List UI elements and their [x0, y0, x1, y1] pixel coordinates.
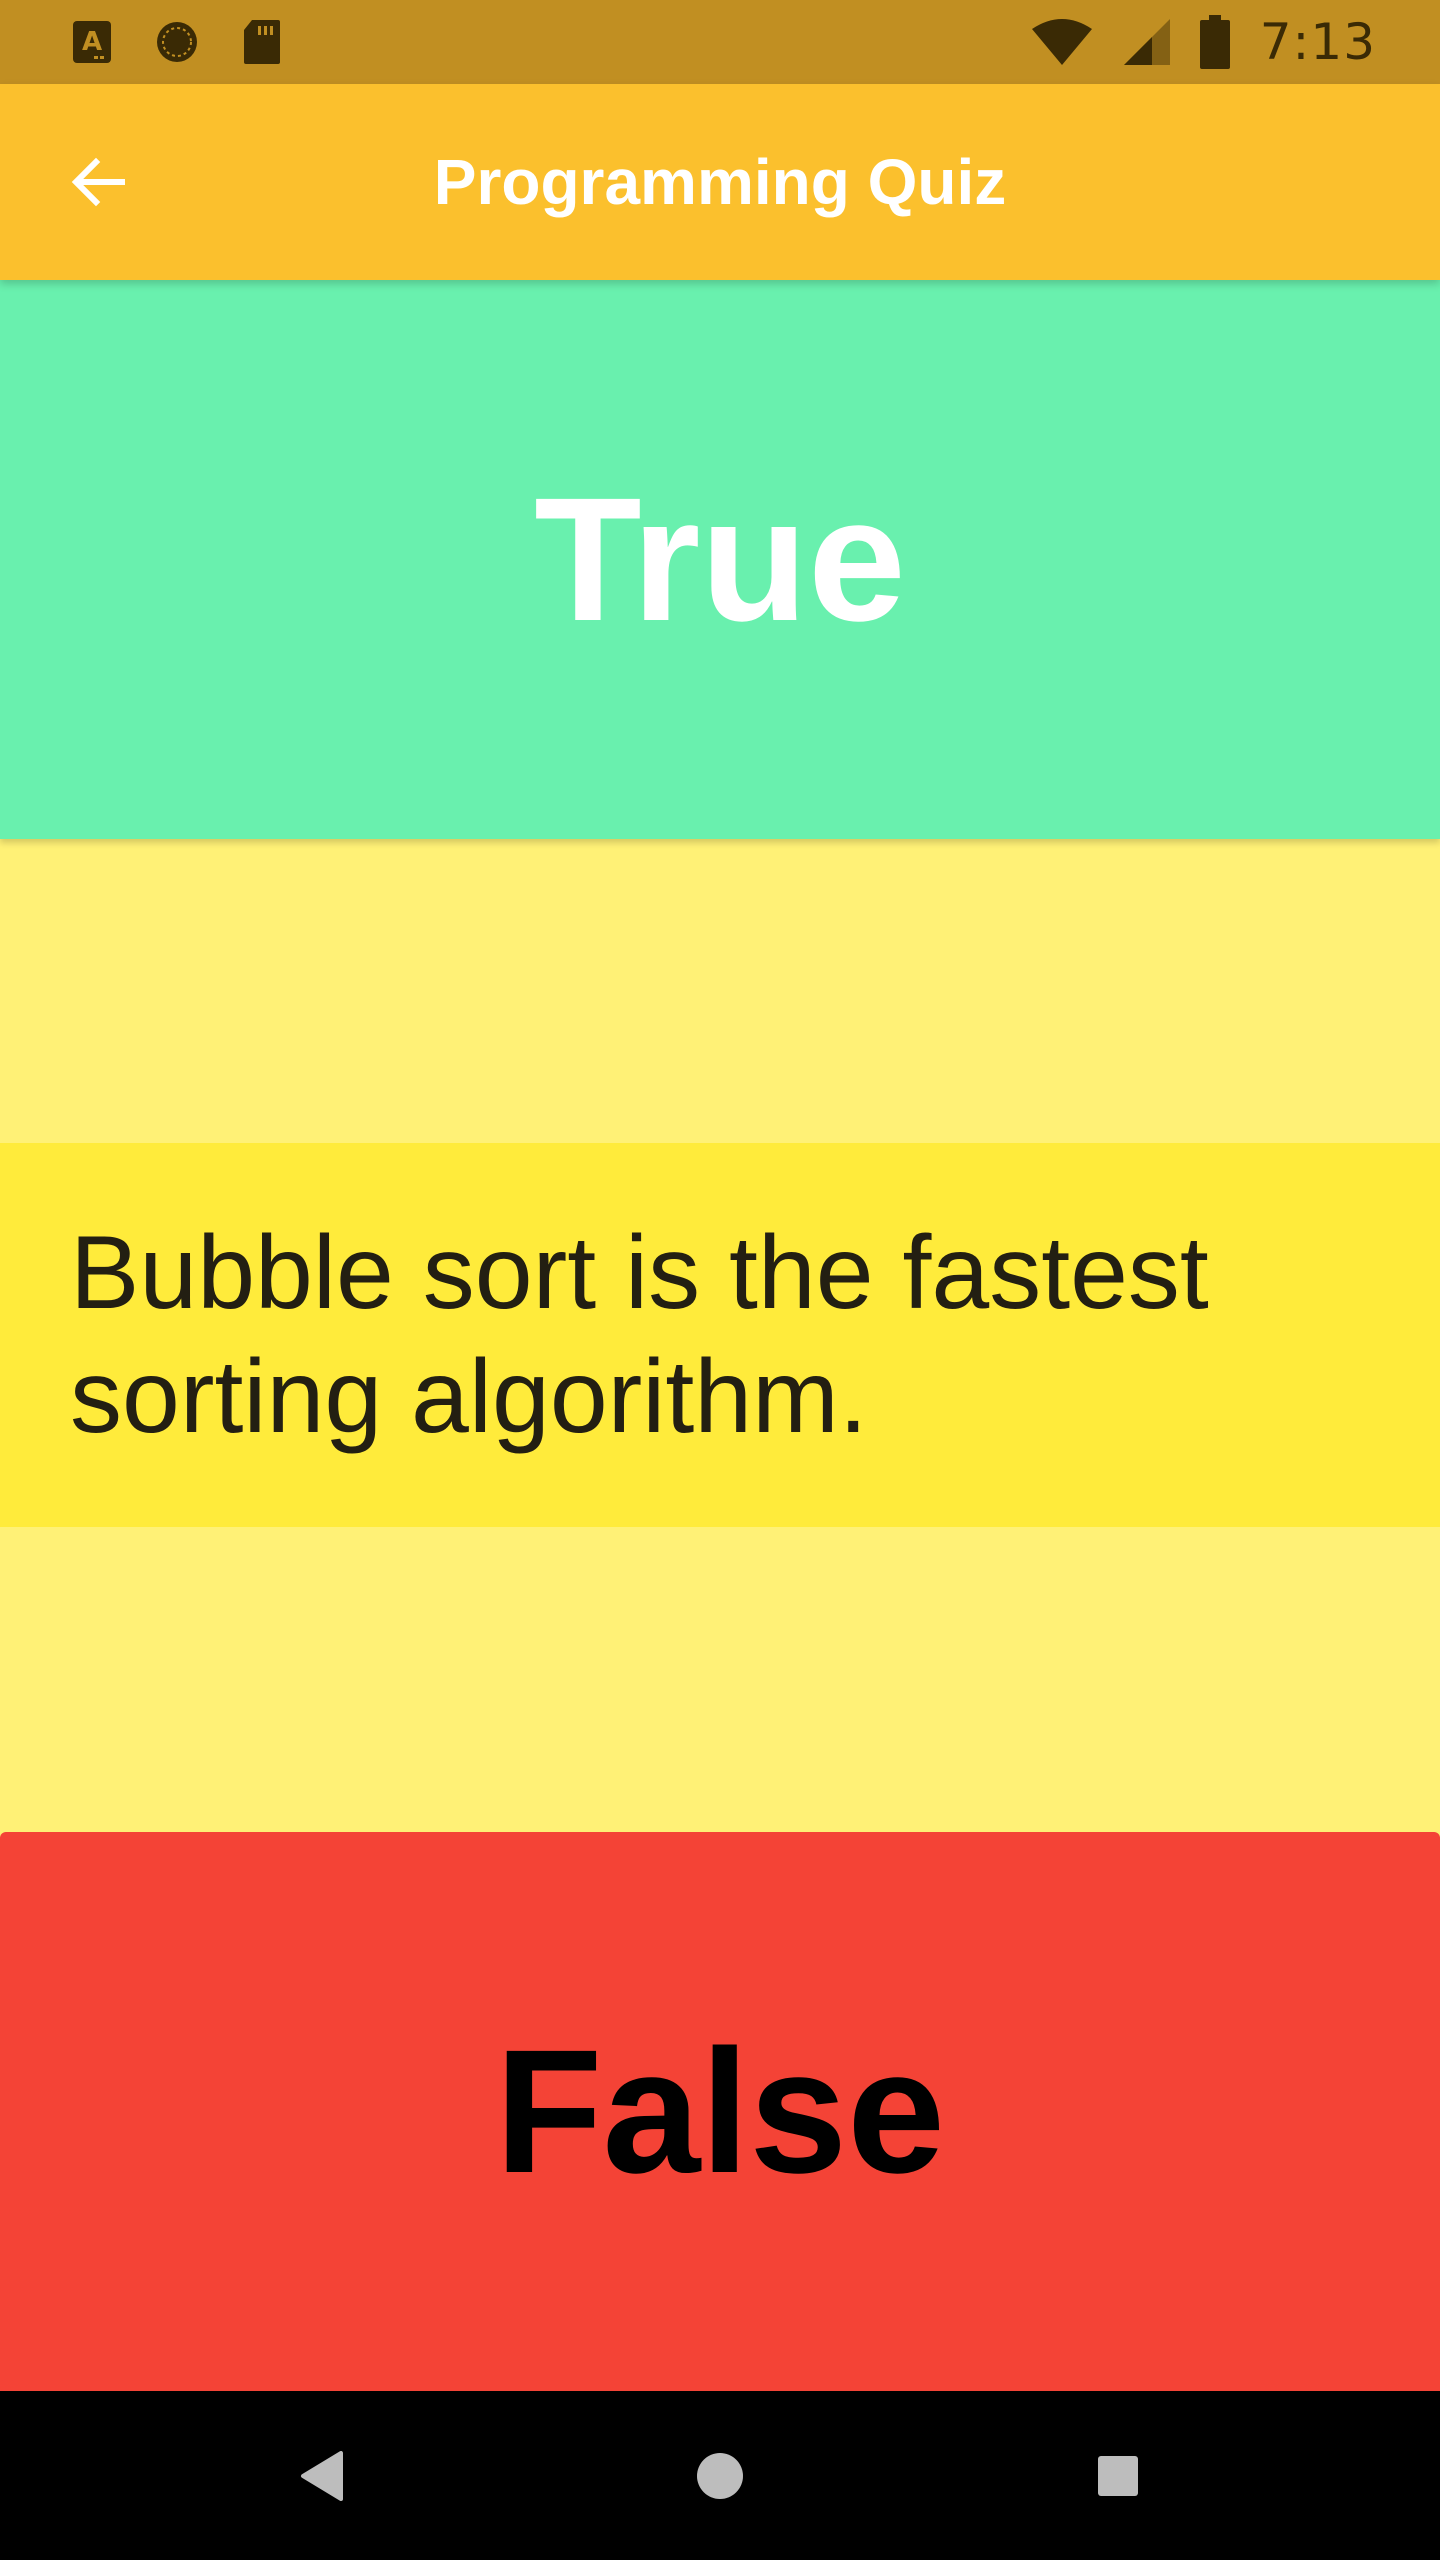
nav-home-icon — [697, 2452, 743, 2499]
nav-recents-button[interactable] — [1038, 2391, 1198, 2560]
question-text: Bubble sort is the fastest sorting algor… — [70, 1215, 1209, 1455]
sync-circle-icon — [152, 17, 202, 67]
page-title: Programming Quiz — [433, 146, 1007, 218]
sd-card-icon — [242, 18, 282, 66]
navigation-bar — [0, 2391, 1440, 2560]
nav-recents-icon — [1098, 2455, 1138, 2496]
status-bar: A 7:13 — [0, 0, 1440, 84]
question-panel: Bubble sort is the fastest sorting algor… — [0, 1143, 1440, 1527]
nav-back-icon — [301, 2450, 343, 2501]
status-right-icons: 7:13 — [1002, 13, 1376, 71]
a-keyboard-icon: A — [72, 20, 112, 64]
back-button[interactable] — [50, 134, 146, 230]
wifi-icon — [1030, 17, 1094, 67]
app-root: A 7:13 Programming Quiz True Bubble sort… — [0, 0, 1440, 2560]
svg-text:A: A — [82, 27, 102, 57]
true-button-label: True — [534, 461, 906, 658]
status-time: 7:13 — [1259, 13, 1376, 71]
battery-icon — [1199, 15, 1230, 69]
false-button[interactable]: False — [0, 1832, 1440, 2391]
true-button[interactable]: True — [0, 280, 1440, 839]
nav-back-button[interactable] — [242, 2391, 402, 2560]
app-bar: Programming Quiz — [0, 84, 1440, 280]
cell-signal-icon — [1122, 17, 1172, 67]
nav-home-button[interactable] — [640, 2391, 800, 2560]
arrow-back-icon — [71, 157, 125, 207]
status-left-icons: A — [72, 17, 322, 67]
false-button-label: False — [494, 2013, 946, 2210]
